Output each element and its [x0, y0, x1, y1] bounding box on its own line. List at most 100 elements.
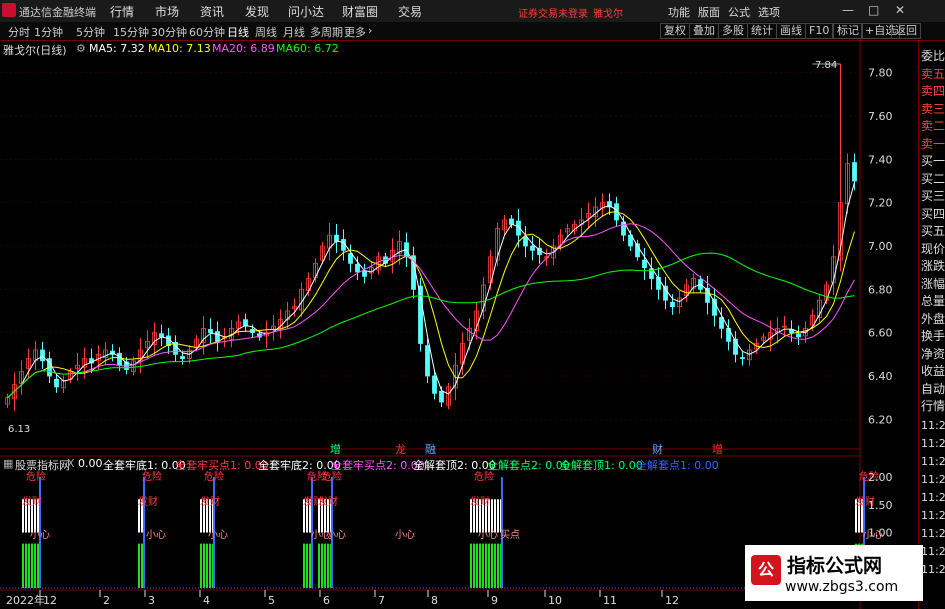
period-toolbar: 分时 1分钟 5分钟 15分钟 30分钟 60分钟 日线 周线 月线 多周期 更…	[0, 22, 945, 41]
month-label: 4	[203, 594, 210, 607]
f10-button[interactable]: F10	[805, 23, 834, 39]
fortune-label: 发财	[200, 495, 220, 508]
back-button[interactable]: 返回	[891, 23, 921, 39]
candle-body	[530, 245, 535, 251]
minimize-button[interactable]: —	[842, 3, 854, 17]
side-item[interactable]: 涨跌	[921, 257, 945, 274]
side-item[interactable]: 净资	[921, 345, 945, 362]
signal-marker: 龙	[395, 443, 406, 456]
side-item[interactable]: 卖一	[921, 135, 945, 152]
statistics-button[interactable]: 统计	[747, 23, 777, 39]
period-daily[interactable]: 日线	[227, 24, 249, 40]
menu-wealth-circle[interactable]: 财富圈	[342, 3, 378, 20]
period-tick[interactable]: 分时	[8, 24, 30, 40]
side-item[interactable]: 买一	[921, 152, 945, 169]
menu-functions[interactable]: 功能	[668, 4, 690, 20]
side-item[interactable]: 卖五	[921, 65, 945, 82]
side-item[interactable]: 卖二	[921, 117, 945, 134]
close-indicator-icon[interactable]: X	[67, 457, 75, 470]
indicator-tick-label: 1.50	[868, 499, 893, 512]
period-monthly[interactable]: 月线	[283, 24, 305, 40]
year-label: 2022年	[6, 593, 45, 607]
side-item[interactable]: 卖三	[921, 100, 945, 117]
indicator-green-bar	[209, 543, 211, 588]
side-item[interactable]: 卖四	[921, 82, 945, 99]
careful-label: 小心	[30, 529, 50, 541]
indicator-tick-label: 1.00	[868, 527, 893, 540]
menu-news[interactable]: 资讯	[200, 3, 224, 20]
grid-icon[interactable]: ▦	[3, 457, 13, 470]
side-item[interactable]: 买五	[921, 222, 945, 239]
overlay-button[interactable]: 叠加	[689, 23, 719, 39]
kline-chart[interactable]: 7.80 7.60 7.40 7.20 7.00 6.80 6.60 6.40 6.20 7.8…	[0, 41, 918, 609]
period-60min[interactable]: 60分钟	[189, 24, 225, 40]
price-tick-label: 7.20	[868, 197, 893, 210]
date-axis: 2022年12 2 3 4 5 6 7 8 9 10 11 12	[6, 590, 679, 607]
candle-body	[740, 357, 745, 360]
menu-ask-xiaoda[interactable]: 问小达	[288, 3, 324, 20]
menu-trade[interactable]: 交易	[398, 3, 422, 20]
mark-button[interactable]: 标记	[833, 23, 863, 39]
side-item[interactable]: 自动	[921, 380, 945, 397]
menu-market[interactable]: 市场	[155, 3, 179, 20]
menu-layout[interactable]: 版面	[698, 4, 720, 20]
ma10-line	[7, 211, 855, 399]
month-label: 3	[148, 594, 155, 607]
current-stock-link[interactable]: 雅戈尔	[593, 5, 623, 20]
indicator-green-bar	[321, 543, 323, 588]
price-tick-label: 6.20	[868, 413, 893, 426]
side-item[interactable]: 委比	[921, 47, 945, 64]
indicator-info-bar: ▦ 股票指标网 X 0.00 全套牢底1: 0.00 全套牢买点1: 0.00 …	[0, 456, 860, 472]
candle-body	[54, 378, 59, 388]
side-item[interactable]: 换手	[921, 327, 945, 344]
tick-time: 11:29	[921, 563, 945, 576]
side-item[interactable]: 收益	[921, 362, 945, 379]
multi-stock-button[interactable]: 多股	[718, 23, 748, 39]
adjust-button[interactable]: 复权	[660, 23, 690, 39]
menu-formula[interactable]: 公式	[728, 4, 750, 20]
maximize-button[interactable]: □	[868, 3, 879, 17]
period-more[interactable]: 更多	[344, 24, 366, 40]
close-button[interactable]: ✕	[895, 3, 905, 17]
side-item[interactable]: 行情	[921, 397, 945, 414]
indicator-green-bar	[200, 543, 202, 588]
signal-marker: 增	[712, 442, 723, 456]
draw-line-button[interactable]: 画线	[776, 23, 806, 39]
chevron-right-icon[interactable]: ›	[368, 24, 372, 37]
month-label: 6	[323, 594, 330, 607]
indicator-blue-bar	[143, 477, 145, 588]
side-item[interactable]: 外盘	[921, 310, 945, 327]
period-multi[interactable]: 多周期	[310, 24, 343, 40]
period-1min[interactable]: 1分钟	[34, 24, 63, 40]
site-watermark: 公 指标公式网 www.zbgs3.com	[745, 545, 923, 601]
side-item[interactable]: 涨幅	[921, 275, 945, 292]
settings-icon[interactable]: ⚙	[76, 42, 86, 55]
indicator-green-bar	[491, 543, 493, 588]
period-5min[interactable]: 5分钟	[76, 24, 105, 40]
side-item[interactable]: 买三	[921, 187, 945, 204]
careful-label: 小心	[478, 529, 498, 541]
period-weekly[interactable]: 周线	[255, 24, 277, 40]
candle-body	[425, 345, 430, 377]
signal-marker: 财	[652, 442, 663, 456]
app-logo-icon	[2, 3, 16, 17]
side-item[interactable]: 买四	[921, 205, 945, 222]
menu-options[interactable]: 选项	[758, 4, 780, 20]
signal-marker: 融	[425, 443, 436, 456]
month-label: 2	[103, 594, 110, 607]
trade-login-status[interactable]: 证券交易未登录	[518, 5, 588, 20]
side-item[interactable]: 现价	[921, 240, 945, 257]
indicator-green-bar	[327, 543, 329, 588]
period-30min[interactable]: 30分钟	[151, 24, 187, 40]
side-item[interactable]: 总量	[921, 292, 945, 309]
tick-time: 11:29	[921, 437, 945, 450]
indicator-green-bar	[306, 543, 308, 588]
menu-quotes[interactable]: 行情	[110, 3, 134, 20]
period-15min[interactable]: 15分钟	[113, 24, 149, 40]
candle-body	[670, 301, 675, 308]
month-label: 7	[378, 594, 385, 607]
menu-discover[interactable]: 发现	[245, 3, 269, 20]
tick-time: 11:29	[921, 419, 945, 432]
side-item[interactable]: 买二	[921, 170, 945, 187]
indicator-tick-label: 2.00	[868, 471, 893, 484]
